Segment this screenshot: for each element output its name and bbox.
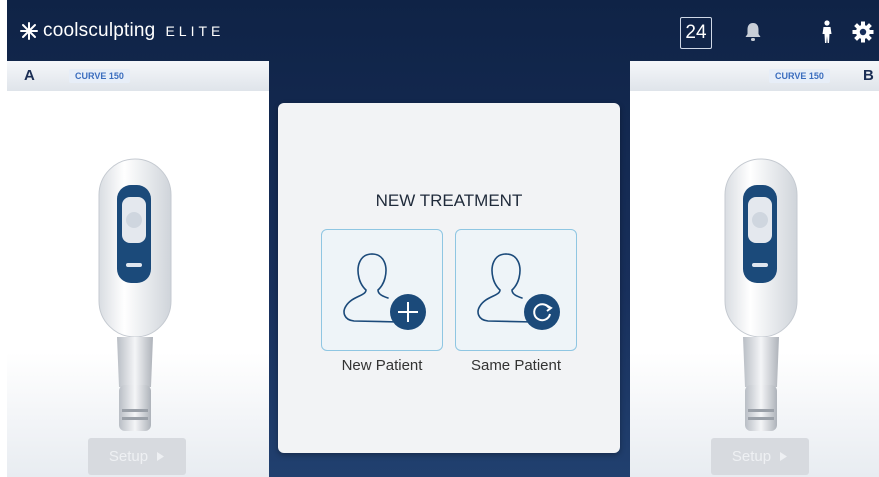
same-patient-button[interactable] [455,229,577,351]
setup-button-a[interactable]: Setup [88,438,186,475]
applicator-panel-b[interactable]: CURVE 150 B Setup [630,61,879,477]
setup-label-a: Setup [108,448,149,465]
applicator-letter-b: B [863,67,874,84]
screen: coolsculpting ELITE 24 A CURVE 150 Setup… [7,0,879,477]
applicator-handpiece-a [98,158,172,431]
treatment-counter[interactable]: 24 [680,17,712,49]
applicator-header-b: CURVE 150 B [630,61,879,91]
applicator-panel-a[interactable]: A CURVE 150 Setup [7,61,269,477]
play-arrow-icon [780,452,788,461]
applicator-header-a: A CURVE 150 [7,61,269,91]
applicator-model-b: CURVE 150 [769,69,830,83]
patient-refresh-icon [477,253,560,330]
gear-icon[interactable] [852,21,874,43]
brand-logo: coolsculpting ELITE [19,20,224,42]
new-treatment-dialog: NEW TREATMENT New Patient Same Patient [278,103,620,453]
top-bar: coolsculpting ELITE 24 [7,0,879,62]
new-patient-button[interactable] [321,229,443,351]
snowflake-logo-icon [20,22,38,40]
same-patient-label: Same Patient [470,357,562,374]
person-icon[interactable] [821,20,833,44]
play-arrow-icon [157,452,165,461]
brand-suffix: ELITE [165,23,225,39]
applicator-handpiece-b [724,158,798,431]
dialog-title: NEW TREATMENT [375,191,523,210]
patient-add-icon [343,253,426,330]
bell-icon[interactable] [744,22,762,42]
brand-name: coolsculpting [43,20,156,41]
setup-label-b: Setup [731,448,772,465]
applicator-letter-a: A [24,67,35,84]
new-patient-label: New Patient [341,357,423,374]
applicator-model-a: CURVE 150 [69,69,130,83]
setup-button-b[interactable]: Setup [711,438,809,475]
